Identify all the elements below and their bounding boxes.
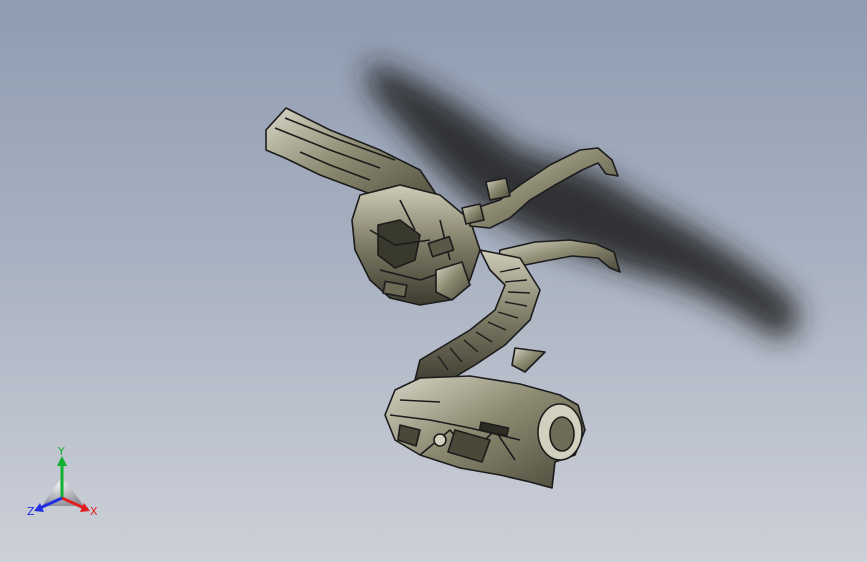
3d-viewport[interactable]: Y X Z bbox=[0, 0, 867, 562]
y-axis-label: Y bbox=[58, 445, 65, 458]
z-axis-label: Z bbox=[27, 505, 35, 518]
axis-triad[interactable]: Y X Z bbox=[24, 445, 106, 528]
model-scene[interactable] bbox=[0, 0, 867, 562]
x-axis-label: X bbox=[90, 505, 98, 518]
